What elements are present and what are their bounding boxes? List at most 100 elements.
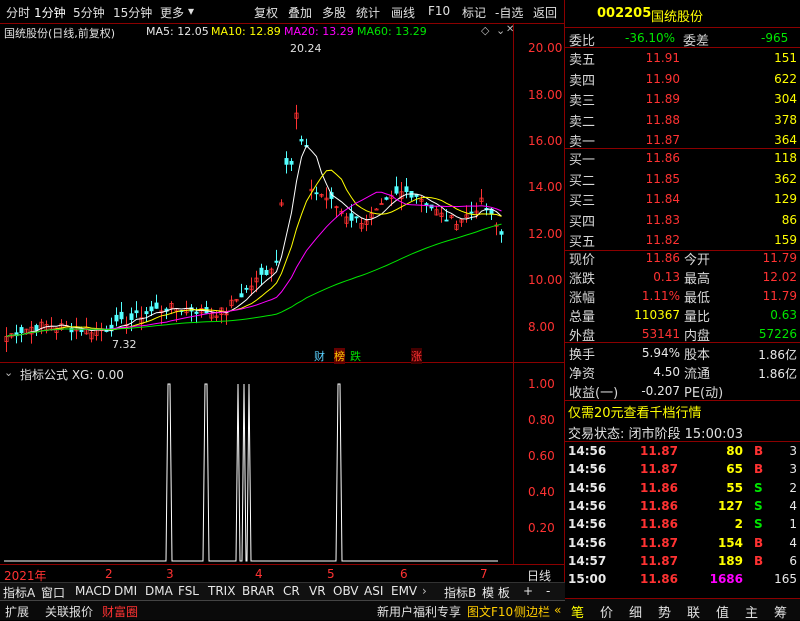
add-pane-button[interactable]: + bbox=[523, 584, 533, 598]
quote-tab-7[interactable]: 筹 bbox=[774, 602, 787, 621]
related-quote-button[interactable]: 关联报价 bbox=[45, 603, 93, 620]
mark-button[interactable]: 标记 bbox=[462, 4, 486, 21]
cr-tab[interactable]: CR bbox=[283, 584, 300, 598]
trix-tab[interactable]: TRIX bbox=[208, 584, 235, 598]
ask-price[interactable]: 11.87 bbox=[610, 133, 680, 147]
remove-pane-button[interactable]: - bbox=[546, 584, 550, 598]
period-tab-15min[interactable]: 15分钟 bbox=[113, 4, 152, 21]
stat-value: 57226 bbox=[758, 327, 797, 341]
statistics-button[interactable]: 统计 bbox=[356, 4, 380, 21]
double-left-icon[interactable]: « bbox=[554, 603, 561, 617]
quote-tab-0[interactable]: 笔 bbox=[571, 602, 584, 621]
tab-scroll-right-icon[interactable]: › bbox=[422, 584, 427, 598]
tick-price: 11.86 bbox=[640, 517, 678, 532]
tick-row[interactable]: 15:00 11.86 1686 165 bbox=[565, 571, 800, 589]
order-diff-label: 委差 bbox=[683, 34, 710, 49]
ma20-value: MA20: 13.29 bbox=[284, 25, 354, 38]
ma5-line bbox=[6, 144, 502, 337]
quote-tab-1[interactable]: 价 bbox=[600, 602, 613, 621]
candlestick-chart[interactable] bbox=[0, 42, 513, 362]
bid-price[interactable]: 11.83 bbox=[610, 213, 680, 227]
tick-row[interactable]: 14:57 11.87 189 B 6 bbox=[565, 553, 800, 571]
finance-marker[interactable]: 财 bbox=[314, 348, 325, 364]
bid-price[interactable]: 11.84 bbox=[610, 192, 680, 206]
emv-tab[interactable]: EMV bbox=[391, 584, 417, 598]
quote-tab-2[interactable]: 细 bbox=[629, 602, 642, 621]
stat-label: 涨跌 bbox=[569, 272, 596, 287]
quote-tab-6[interactable]: 主 bbox=[745, 602, 758, 621]
brar-tab[interactable]: BRAR bbox=[242, 584, 275, 598]
stat-value: 0.13 bbox=[653, 270, 680, 284]
extend-button[interactable]: 扩展 bbox=[5, 603, 29, 620]
fin-value: 1.86亿 bbox=[758, 367, 797, 381]
ask-level-label: 卖四 bbox=[569, 73, 596, 89]
period-tab-5min[interactable]: 5分钟 bbox=[73, 4, 105, 21]
remove-watchlist-button[interactable]: -自选 bbox=[495, 4, 523, 21]
candle-body bbox=[354, 216, 359, 219]
template-tab[interactable]: 模 板 bbox=[482, 584, 510, 601]
quote-tab-4[interactable]: 联 bbox=[687, 602, 700, 621]
obv-tab[interactable]: OBV bbox=[333, 584, 359, 598]
tick-price: 11.86 bbox=[640, 480, 678, 495]
bid-volume: 129 bbox=[774, 192, 797, 207]
overlay-button[interactable]: 叠加 bbox=[288, 4, 312, 21]
indicator-b-tab[interactable]: 指标B bbox=[444, 584, 476, 601]
ask-price[interactable]: 11.90 bbox=[610, 72, 680, 86]
candle-body bbox=[144, 311, 149, 315]
vr-tab[interactable]: VR bbox=[309, 584, 326, 598]
period-tab-1min[interactable]: 1分钟 bbox=[34, 4, 66, 21]
ask-price[interactable]: 11.88 bbox=[610, 113, 680, 127]
candle-body bbox=[134, 310, 139, 314]
bid-price[interactable]: 11.86 bbox=[610, 151, 680, 165]
tick-row[interactable]: 14:56 11.87 154 B 4 bbox=[565, 535, 800, 553]
stat-value: 11.79 bbox=[762, 251, 797, 265]
tick-row[interactable]: 14:56 11.86 127 S 4 bbox=[565, 498, 800, 516]
indicator-a-tab[interactable]: 指标A bbox=[3, 584, 35, 601]
sidebar-toggle-button[interactable]: 侧边栏 bbox=[514, 603, 550, 620]
candle-body bbox=[129, 313, 134, 320]
dma-tab[interactable]: DMA bbox=[145, 584, 173, 598]
macd-tab[interactable]: MACD bbox=[75, 584, 111, 598]
candle-body bbox=[384, 197, 389, 200]
dmi-tab[interactable]: DMI bbox=[114, 584, 137, 598]
promo-link[interactable]: 新用户福利专享 bbox=[377, 603, 461, 620]
quote-tab-5[interactable]: 值 bbox=[716, 602, 729, 621]
bid-level-label: 买四 bbox=[569, 214, 596, 230]
tick-side: B bbox=[754, 444, 764, 458]
ask-price[interactable]: 11.91 bbox=[610, 51, 680, 65]
book-divider bbox=[565, 148, 800, 149]
settings-diamond-icon[interactable]: ◇ bbox=[481, 24, 489, 37]
tick-row[interactable]: 14:56 11.87 80 B 3 bbox=[565, 443, 800, 461]
restore-rights-button[interactable]: 复权 bbox=[254, 4, 278, 21]
bid-price[interactable]: 11.82 bbox=[610, 233, 680, 247]
wealth-circle-button[interactable]: 财富圈 bbox=[102, 603, 138, 620]
draw-line-button[interactable]: 画线 bbox=[391, 4, 415, 21]
dropdown-icon[interactable]: ▾ bbox=[188, 4, 194, 18]
limit-up-marker[interactable]: 涨 bbox=[411, 348, 422, 364]
tick-time: 15:00 bbox=[568, 572, 607, 587]
limit-down-marker[interactable]: 跌 bbox=[350, 348, 361, 364]
ask-price[interactable]: 11.89 bbox=[610, 92, 680, 106]
graphic-f10-button[interactable]: 图文F10 bbox=[467, 603, 513, 620]
dragon-tiger-marker[interactable]: 榜 bbox=[334, 348, 345, 364]
tick-price: 11.86 bbox=[640, 498, 678, 513]
level2-promo-link[interactable]: 仅需20元查看千档行情 bbox=[568, 402, 702, 421]
order-ratio-value: -36.10% bbox=[625, 31, 676, 45]
bid-price[interactable]: 11.85 bbox=[610, 172, 680, 186]
asi-tab[interactable]: ASI bbox=[364, 584, 383, 598]
f10-button[interactable]: F10 bbox=[428, 4, 450, 18]
period-more-button[interactable]: 更多 bbox=[160, 4, 184, 21]
indicator-chart[interactable] bbox=[0, 364, 513, 564]
collapse-icon[interactable]: ⌄ bbox=[496, 24, 505, 37]
fsl-tab[interactable]: FSL bbox=[178, 584, 199, 598]
candle-body bbox=[264, 269, 269, 275]
tick-row[interactable]: 14:56 11.86 55 S 2 bbox=[565, 480, 800, 498]
tick-row[interactable]: 14:56 11.86 2 S 1 bbox=[565, 516, 800, 534]
tick-row[interactable]: 14:56 11.87 65 B 3 bbox=[565, 461, 800, 479]
quote-tab-3[interactable]: 势 bbox=[658, 602, 671, 621]
multi-stock-button[interactable]: 多股 bbox=[322, 4, 346, 21]
bid-level-label: 买一 bbox=[569, 153, 596, 168]
period-tab-intraday[interactable]: 分时 bbox=[6, 4, 30, 21]
back-button[interactable]: 返回 bbox=[533, 4, 557, 21]
window-tab[interactable]: 窗口 bbox=[41, 584, 65, 601]
